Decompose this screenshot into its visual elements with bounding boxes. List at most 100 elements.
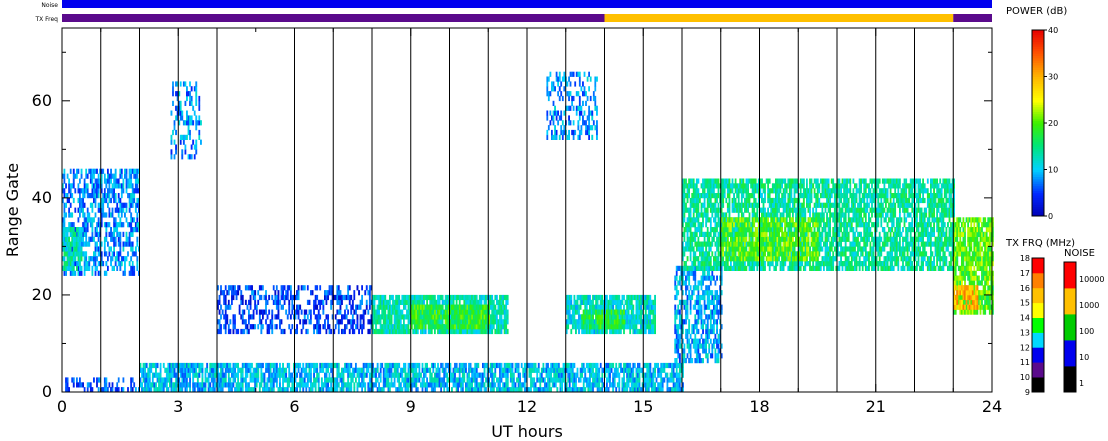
echo-cell [471,314,473,320]
echo-cell [303,377,306,383]
echo-cell [627,324,630,330]
echo-cell [620,304,622,310]
echo-cell [122,183,125,189]
echo-cell [407,299,410,305]
echo-cell [685,358,687,364]
echo-cell [598,372,601,378]
echo-cell [688,290,691,296]
echo-cell [108,382,111,388]
echo-cell [607,319,610,325]
echo-cell [120,222,123,228]
echo-cell [89,222,92,228]
echo-cell [671,377,673,383]
echo-cell [683,348,686,354]
echo-cell [364,382,367,388]
echo-cell [161,377,163,383]
echo-cell [423,377,425,383]
echo-cell [136,256,139,262]
echo-cell [503,328,506,335]
echo-cell [330,382,333,388]
echo-cell [531,362,534,369]
echo-cell [136,236,139,242]
echo-cell [325,290,328,296]
echo-cell [646,319,649,325]
echo-cell [717,212,720,218]
echo-cell [699,261,701,267]
echo-cell [640,304,642,310]
echo-cell [103,173,106,179]
echo-cell [692,290,695,296]
echo-cell [609,367,611,373]
echo-cell [705,222,708,228]
echo-cell [279,382,281,388]
echo-cell [649,299,652,305]
echo-cell [609,377,611,383]
echo-cell [337,285,340,291]
echo-cell [291,294,294,301]
echo-cell [80,231,83,237]
echo-cell [674,362,676,369]
echo-cell [120,256,123,262]
echo-cell [279,299,281,305]
echo-cell [711,207,714,213]
echo-cell [708,294,711,301]
echo-cell [623,372,625,378]
echo-cell [324,324,326,330]
echo-cell [700,314,703,320]
echo-cell [441,319,444,325]
echo-cell [234,314,236,320]
echo-cell [206,362,209,369]
echo-cell [509,372,512,378]
echo-cell [72,222,75,228]
echo-cell [79,261,81,267]
echo-cell [711,324,714,330]
echo-cell [700,207,703,213]
echo-cell [105,212,108,218]
echo-cell [703,236,706,242]
echo-cell [364,290,367,296]
echo-cell [303,382,306,388]
echo-cell [568,382,571,388]
echo-cell [308,299,311,305]
echo-cell [252,309,255,315]
echo-cell [117,178,120,184]
echo-cell [683,353,686,359]
echo-cell [615,372,618,378]
echo-cell [717,183,720,189]
echo-cell [709,217,712,223]
echo-cell [454,382,456,388]
echo-cell [85,231,88,237]
echo-cell [213,367,216,373]
echo-cell [706,324,709,330]
echo-cell [389,362,391,369]
echo-cell [79,251,81,257]
echo-cell [420,328,422,335]
echo-cell [108,183,111,189]
echo-cell [83,227,86,233]
echo-cell [553,382,556,388]
echo-cell [94,212,97,218]
echo-cell [97,236,100,242]
echo-cell [122,222,125,228]
echo-cell [91,202,94,208]
echo-cell [111,183,114,189]
echo-cell [689,285,692,291]
echo-cell [570,328,573,335]
echo-cell [260,319,263,325]
echo-cell [708,290,711,296]
echo-cell [579,377,582,383]
echo-cell [379,299,382,305]
echo-cell [226,319,229,325]
echo-cell [328,290,331,296]
echo-cell [649,324,652,330]
echo-cell [612,319,614,325]
echo-cell [688,338,691,344]
echo-cell [206,367,209,373]
echo-cell [424,372,427,378]
echo-cell [272,299,275,305]
echo-cell [444,314,447,320]
echo-cell [407,294,410,301]
echo-cell [716,324,718,330]
echo-cell [562,367,565,373]
echo-cell [702,261,704,267]
